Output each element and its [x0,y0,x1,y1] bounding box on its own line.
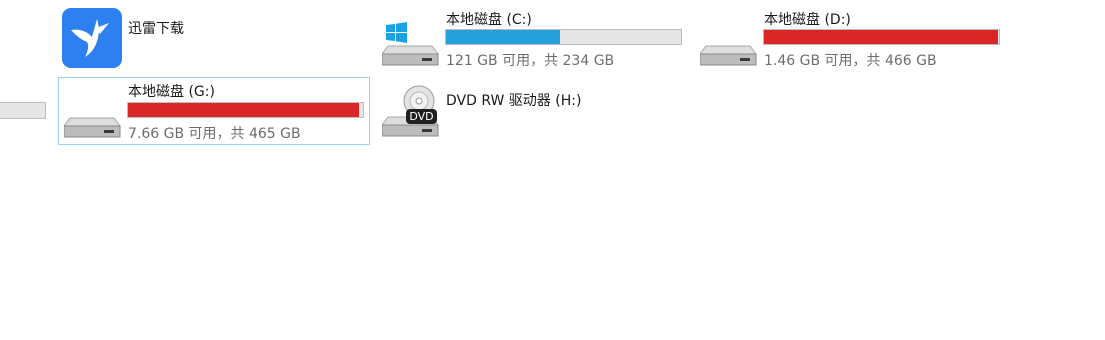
dvd-drive-icon: DVD [381,85,442,145]
drive-c-item[interactable]: 本地磁盘 (C:) 121 GB 可用，共 234 GB [378,6,688,70]
xunlei-download-item[interactable]: 迅雷下载 [58,6,358,70]
drive-g-usage-bar [127,102,364,118]
drive-g-usage-fill [128,103,360,117]
xunlei-title: 迅雷下载 [128,21,184,37]
drive-c-usage-fill [446,30,560,44]
drive-h-item[interactable]: DVD DVD RW 驱动器 (H:) [378,77,688,145]
drive-d-item[interactable]: 本地磁盘 (D:) 1.46 GB 可用，共 466 GB [696,6,1006,70]
drive-d-usage-bar [763,29,1000,45]
xunlei-bird-icon [62,8,122,72]
hard-drive-icon [63,92,122,146]
drive-c-space-text: 121 GB 可用，共 234 GB [446,53,615,69]
drive-d-title: 本地磁盘 (D:) [764,12,851,28]
drive-d-usage-fill [764,30,999,44]
drive-d-space-text: 1.46 GB 可用，共 466 GB [764,53,937,69]
dvd-badge-text: DVD [409,110,434,123]
drive-c-title: 本地磁盘 (C:) [446,12,532,28]
drive-g-title: 本地磁盘 (G:) [128,84,215,100]
drive-g-space-text: 7.66 GB 可用，共 465 GB [128,126,301,142]
this-pc-devices-view: 迅雷下载 本地磁盘 (C:) 121 GB 可用，共 234 GB 本地磁盘 (… [0,0,1105,340]
drive-g-item[interactable]: 本地磁盘 (G:) 7.66 GB 可用，共 465 GB [58,77,370,145]
hard-drive-icon [699,20,758,74]
drive-c-usage-bar [445,29,682,45]
windows-drive-icon [381,20,440,74]
drive-h-title: DVD RW 驱动器 (H:) [446,93,582,109]
partial-drive-bar [0,102,46,119]
